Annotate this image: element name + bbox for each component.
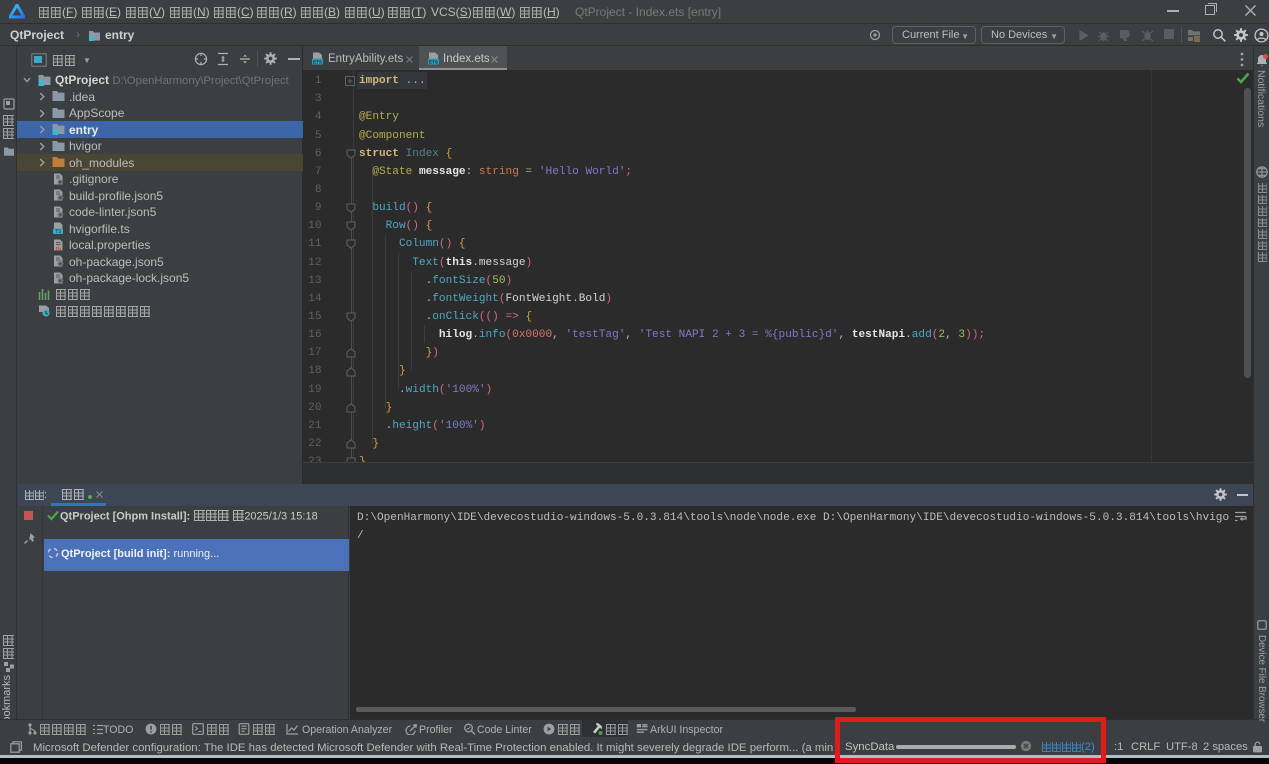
svg-text:TS: TS <box>55 229 62 234</box>
svg-text:ETS: ETS <box>429 60 438 65</box>
svg-text:ETS: ETS <box>313 60 322 65</box>
